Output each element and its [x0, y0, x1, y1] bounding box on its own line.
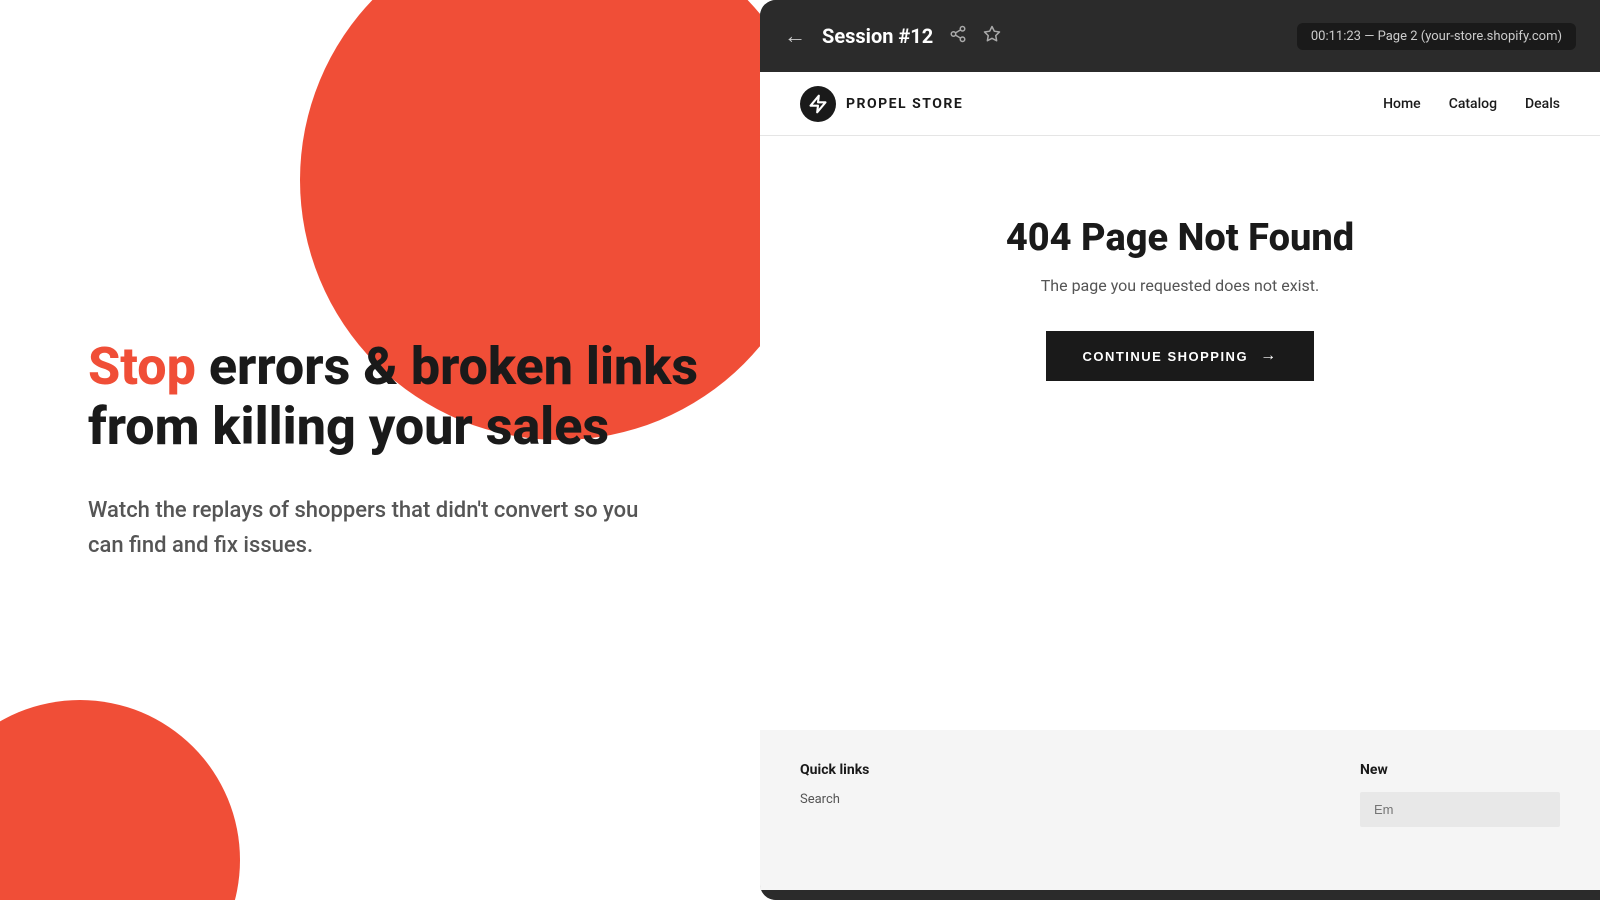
share-icon[interactable] [949, 25, 967, 48]
quick-links-heading: Quick links [800, 762, 869, 778]
star-icon[interactable] [983, 25, 1001, 48]
store-name: PROPEL STORE [846, 96, 963, 112]
newsletter-heading: New [1360, 762, 1560, 778]
main-headline: Stop errors & broken links from killing … [88, 337, 700, 457]
footer-newsletter: New [1360, 762, 1560, 827]
footer-quick-links: Quick links Search [800, 762, 869, 807]
nav-links: Home Catalog Deals [1383, 96, 1560, 112]
nav-link-home[interactable]: Home [1383, 96, 1421, 112]
store-navigation: PROPEL STORE Home Catalog Deals [760, 72, 1600, 136]
url-bar: 00:11:23 — Page 2 (your-store.shopify.co… [1297, 23, 1576, 50]
continue-arrow-icon: → [1260, 347, 1278, 365]
page-404-content: 404 Page Not Found The page you requeste… [760, 136, 1600, 730]
subheadline: Watch the replays of shoppers that didn'… [88, 493, 668, 563]
error-title: 404 Page Not Found [1006, 216, 1354, 260]
continue-shopping-button[interactable]: CONTINUE SHOPPING → [1046, 331, 1313, 381]
store-footer: Quick links Search New [760, 730, 1600, 890]
browser-chrome: ← Session #12 00:11:23 — Page 2 (your-st… [760, 0, 1600, 72]
continue-shopping-label: CONTINUE SHOPPING [1082, 349, 1248, 364]
left-content: Stop errors & broken links from killing … [88, 337, 700, 563]
headline-stop-word: Stop [88, 336, 196, 397]
blob-bottom-decoration [0, 700, 240, 900]
back-button[interactable]: ← [784, 23, 806, 49]
browser-bottom-bar [760, 890, 1600, 900]
newsletter-input[interactable] [1360, 792, 1560, 827]
nav-link-deals[interactable]: Deals [1525, 96, 1560, 112]
store-logo: PROPEL STORE [800, 86, 963, 122]
footer-link-search[interactable]: Search [800, 792, 869, 807]
browser-viewport: PROPEL STORE Home Catalog Deals 404 Page… [760, 72, 1600, 890]
left-panel: Stop errors & broken links from killing … [0, 0, 760, 900]
error-subtitle: The page you requested does not exist. [1041, 276, 1319, 295]
nav-link-catalog[interactable]: Catalog [1449, 96, 1497, 112]
logo-icon [800, 86, 836, 122]
session-title: Session #12 [822, 24, 933, 48]
browser-mockup: ← Session #12 00:11:23 — Page 2 (your-st… [760, 0, 1600, 900]
